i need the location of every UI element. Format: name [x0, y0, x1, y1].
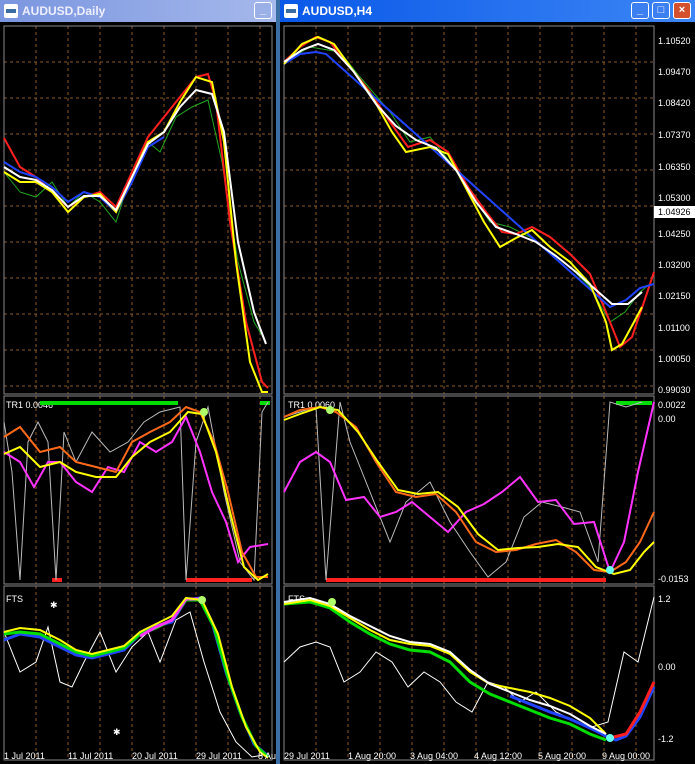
tr-panel-frame	[3, 395, 273, 585]
y-axis-label: 1.08420	[658, 98, 691, 108]
h4-chart-canvas[interactable]: 1.10520 1.09470 1.08420 1.07370 1.06350 …	[280, 22, 695, 764]
y-axis-label: 1.02150	[658, 291, 691, 301]
fts-signal-marker	[198, 596, 206, 604]
x-axis-label: 8 Aug	[258, 751, 276, 761]
y-axis-label: 0.99030	[658, 385, 691, 395]
x-axis-label: 1 Aug 20:00	[348, 751, 396, 761]
yellow-line	[283, 35, 643, 352]
minimize-button[interactable]: _	[631, 2, 649, 19]
x-axis-label: 3 Aug 04:00	[410, 751, 458, 761]
y-axis-label: 1.05300	[658, 193, 691, 203]
x-axis-left: 1 Jul 2011 11 Jul 2011 20 Jul 2011 29 Ju…	[4, 751, 276, 761]
blue-line	[283, 50, 655, 309]
y-axis-label: 1.07370	[658, 130, 691, 140]
y-axis-label: 1.04250	[658, 229, 691, 239]
star-marker-icon: ✱	[113, 727, 121, 737]
window-titlebar[interactable]: AUDUSD,H4 _ □ ×	[280, 0, 695, 22]
white-line	[3, 88, 267, 345]
minimize-button[interactable]: _	[254, 2, 272, 19]
chart-window-h4[interactable]: AUDUSD,H4 _ □ × 1.10520 1.09470 1.08420 …	[280, 0, 695, 764]
x-axis-label: 20 Jul 2011	[132, 751, 178, 761]
white-line	[283, 42, 643, 305]
y-axis-label: 1.09470	[658, 67, 691, 77]
x-axis-label: 29 Jul 2011	[196, 751, 242, 761]
price-grid	[4, 26, 272, 760]
chart-window-daily[interactable]: AUDUSD,Daily _ TR1 0.0046 FTS ✱ ✱ 1 Jul …	[0, 0, 276, 764]
price-panel-frame	[283, 25, 655, 395]
price-grid	[284, 26, 654, 760]
tr-gray-line	[283, 401, 643, 581]
fts-axis-mid: 0.00	[658, 662, 676, 672]
fts-series-left	[3, 596, 270, 759]
chart-window-icon	[4, 4, 18, 18]
x-axis-label: 5 Aug 20:00	[538, 751, 586, 761]
current-price-label: 1.04926	[658, 207, 691, 217]
tr-signal-marker	[606, 566, 614, 574]
x-axis-label: 9 Aug 00:00	[602, 751, 650, 761]
fts-signal-marker	[606, 734, 614, 742]
fts-indicator-label: FTS	[6, 594, 23, 604]
x-axis-label: 4 Aug 12:00	[474, 751, 522, 761]
window-titlebar[interactable]: AUDUSD,Daily _	[0, 0, 276, 22]
fts-signal-marker	[328, 598, 336, 606]
price-series-right	[283, 35, 695, 352]
blue-line	[3, 136, 165, 214]
x-axis-label: 1 Jul 2011	[4, 751, 45, 761]
y-axis-label: 1.01100	[658, 323, 690, 333]
window-title: AUDUSD,H4	[302, 4, 373, 18]
candle-wick-green	[3, 99, 267, 343]
fts-white-thin-line	[283, 596, 655, 728]
tr-orange-line	[283, 405, 655, 574]
tr-signal-marker	[326, 406, 334, 414]
tr-axis-bottom: -0.0153	[658, 574, 689, 584]
y-axis-right: 1.10520 1.09470 1.08420 1.07370 1.06350 …	[658, 36, 691, 395]
x-axis-label: 11 Jul 2011	[68, 751, 113, 761]
y-axis-label: 1.00050	[658, 354, 691, 364]
fts-green-line	[283, 600, 607, 742]
fts-series-right	[283, 596, 656, 742]
tr-axis-zero: 0.00	[658, 414, 676, 424]
y-axis-label: 1.06350	[658, 162, 691, 172]
tr-axis-top: 0.0022	[658, 400, 686, 410]
fts-axis-top: 1.2	[658, 594, 671, 604]
close-button[interactable]: ×	[673, 2, 691, 19]
tr-magenta-line	[283, 401, 655, 575]
star-marker-icon: ✱	[50, 600, 58, 610]
tr-series-left	[3, 401, 270, 582]
tr-signal-marker	[200, 408, 208, 416]
daily-chart-canvas[interactable]: TR1 0.0046 FTS ✱ ✱ 1 Jul 2011 11 Jul 201…	[0, 22, 276, 764]
window-title: AUDUSD,Daily	[22, 4, 106, 18]
fts-axis-bottom: -1.2	[658, 734, 674, 744]
chart-window-icon	[284, 4, 298, 18]
y-axis-label: 1.03200	[658, 260, 691, 270]
y-axis-label: 1.10520	[658, 36, 691, 46]
tr-series-right	[283, 401, 655, 582]
maximize-button[interactable]: □	[652, 2, 670, 19]
x-axis-label: 29 Jul 2011	[284, 751, 330, 761]
